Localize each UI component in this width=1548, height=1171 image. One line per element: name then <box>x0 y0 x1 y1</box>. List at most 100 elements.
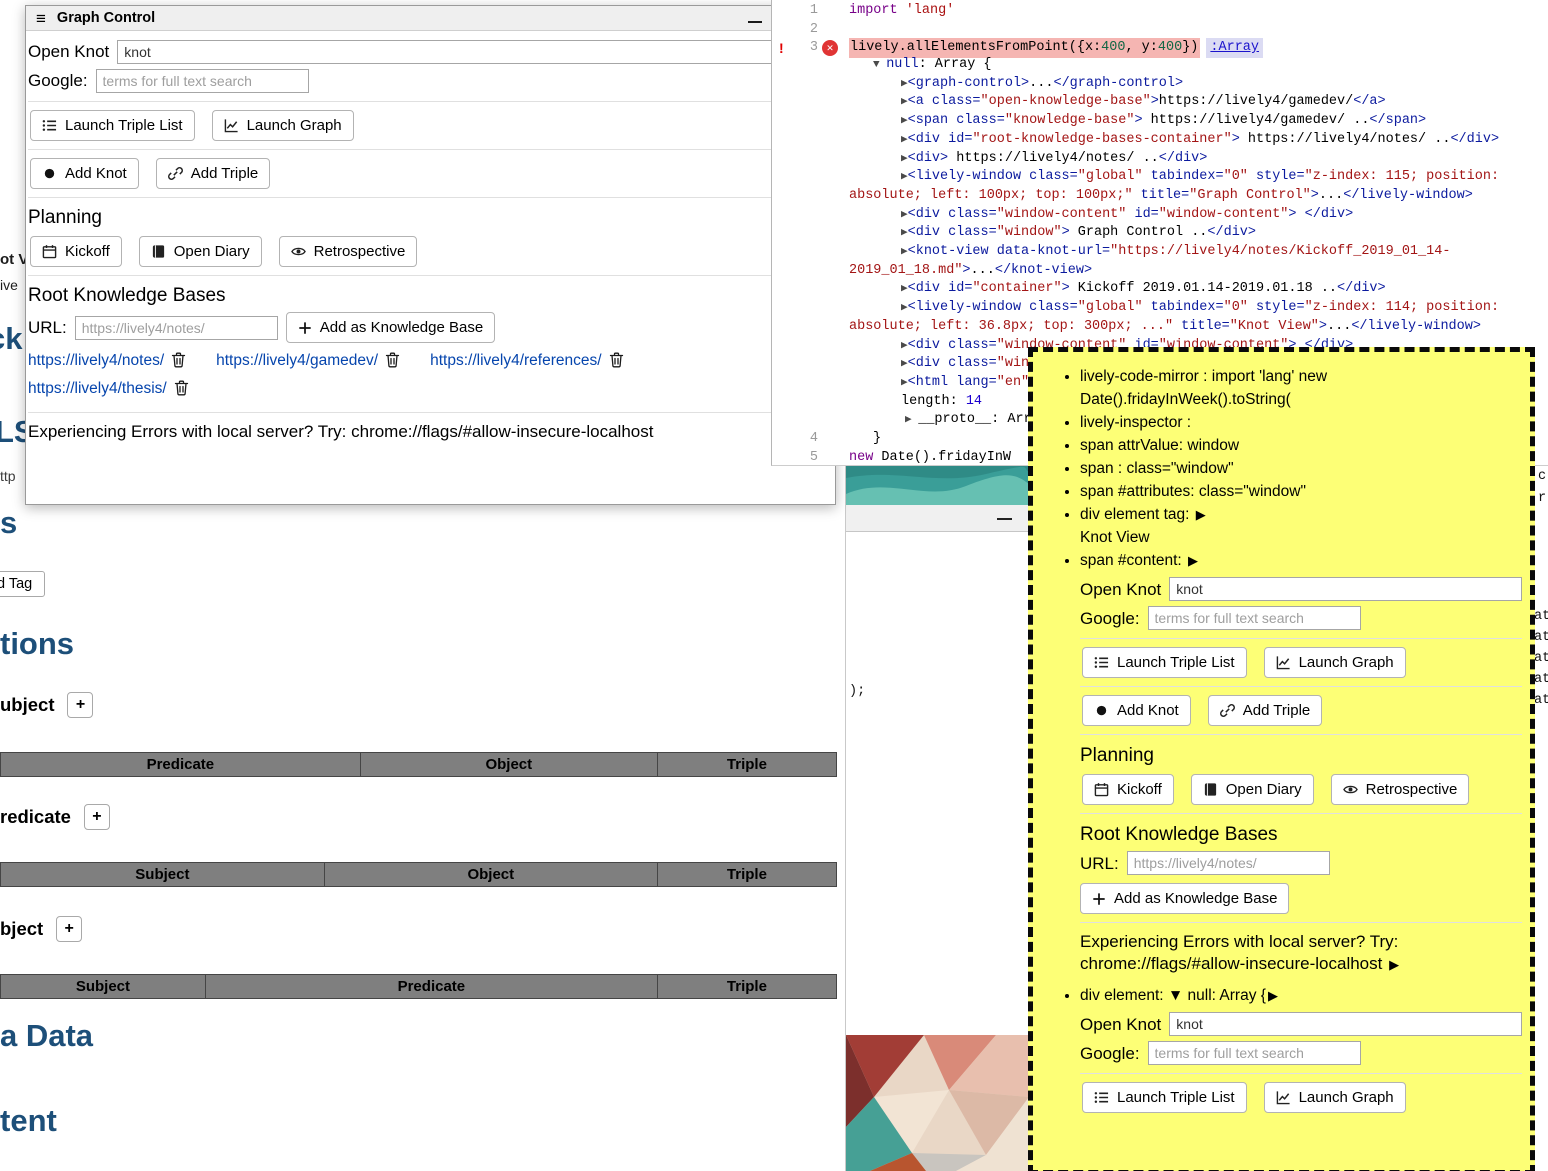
table-header-row: PredicateObjectTriple <box>0 752 837 777</box>
button-label: Kickoff <box>1117 781 1162 798</box>
divider <box>1080 638 1522 639</box>
inspector-line[interactable]: ▶<graph-control>...</graph-control> <box>849 75 1548 94</box>
window-title: Graph Control <box>57 10 155 26</box>
background-window-titlebar[interactable] <box>846 505 1029 532</box>
code-line-3[interactable]: lively.allElementsFromPoint({x:400, y:40… <box>849 39 1263 58</box>
result-annotation[interactable]: :Array <box>1206 38 1263 58</box>
error-gutter-mark: ! <box>779 39 784 58</box>
graph-control-form-preview: Open Knot Google: Launch Triple List Lau… <box>1080 1012 1522 1113</box>
expand-arrow[interactable]: ▶ <box>1389 957 1399 972</box>
inspector-line[interactable]: ▶<a class="open-knowledge-base">https://… <box>849 93 1548 112</box>
knowledge-base-item: https://lively4/references/ <box>430 352 623 369</box>
number-token: 400 <box>1101 40 1125 55</box>
delete-knowledge-base-button[interactable] <box>609 351 624 376</box>
local-server-hint: Experiencing Errors with local server? T… <box>1080 931 1522 976</box>
expand-arrow[interactable]: ▶ <box>1268 988 1278 1003</box>
inspector-line[interactable]: ▶<div class="window"> Graph Control ..</… <box>849 224 1548 243</box>
open-knot-input[interactable] <box>1169 1012 1522 1036</box>
url-input[interactable] <box>75 316 278 340</box>
inspector-line[interactable]: ▶<lively-window class="global" tabindex=… <box>849 299 1548 336</box>
add-triple-button[interactable]: Add Triple <box>1208 695 1323 726</box>
window-titlebar[interactable]: ≡ Graph Control ✕ <box>26 6 835 31</box>
button-label: Open Diary <box>1226 781 1302 798</box>
gutter-line-number: 3 <box>796 39 818 58</box>
code-line-5[interactable]: new Date().fridayInW <box>849 449 1011 466</box>
code-segment: <div class= <box>908 225 997 240</box>
launch-graph-button[interactable]: Launch Graph <box>1264 647 1406 678</box>
kickoff-button[interactable]: Kickoff <box>30 236 122 267</box>
open-diary-button[interactable]: Open Diary <box>139 236 262 267</box>
delete-knowledge-base-button[interactable] <box>171 351 186 376</box>
code-line-1[interactable]: import 'lang' <box>849 2 954 21</box>
inspector-line[interactable]: ▶<lively-window class="global" tabindex=… <box>849 168 1548 205</box>
inspector-line[interactable]: ▶<div id="root-knowledge-bases-container… <box>849 131 1548 150</box>
button-label: Launch Triple List <box>1117 654 1235 671</box>
delete-knowledge-base-button[interactable] <box>385 351 400 376</box>
launch-graph-button[interactable]: Launch Graph <box>212 110 354 141</box>
tag-button[interactable]: d Tag <box>0 571 45 597</box>
line-chart-icon <box>1276 1090 1291 1105</box>
graph-control-more: Add Knot Add Triple Planning Kickoff Ope… <box>28 149 833 443</box>
add-button[interactable]: + <box>67 692 93 718</box>
minimize-icon[interactable] <box>997 518 1012 520</box>
launch-triple-list-button[interactable]: Launch Triple List <box>1082 1082 1247 1113</box>
add-button[interactable]: + <box>84 804 110 830</box>
code-segment: <a class= <box>908 94 981 109</box>
url-input[interactable] <box>1127 851 1330 875</box>
add-knowledge-base-button[interactable]: Add as Knowledge Base <box>286 312 495 343</box>
hint-text: Experiencing Errors with local server? T… <box>1080 932 1398 973</box>
local-server-hint: Experiencing Errors with local server? T… <box>28 421 833 443</box>
book-icon <box>151 244 166 259</box>
add-row-label: ubject <box>0 694 54 716</box>
code-segment: tabindex= <box>1143 300 1224 315</box>
graph-control-window: ≡ Graph Control ✕ Open Knot Google: Laun… <box>25 5 836 505</box>
launch-graph-button[interactable]: Launch Graph <box>1264 1082 1406 1113</box>
inspector-line[interactable]: ▶<div id="container"> Kickoff 2019.01.14… <box>849 280 1548 299</box>
knowledge-base-link[interactable]: https://lively4/gamedev/ <box>216 352 378 369</box>
code-segment: > <box>1134 113 1142 128</box>
add-knowledge-base-button[interactable]: Add as Knowledge Base <box>1080 883 1289 914</box>
inspector-line[interactable]: ▶<div class="window-content" id="window-… <box>849 206 1548 225</box>
code-segment: </a> <box>1353 94 1385 109</box>
lowpoly-artwork <box>846 1035 1029 1171</box>
kickoff-button[interactable]: Kickoff <box>1082 774 1174 805</box>
divider <box>28 149 833 150</box>
retrospective-button[interactable]: Retrospective <box>1331 774 1470 805</box>
google-search-input[interactable] <box>96 69 309 93</box>
divider <box>1080 922 1522 923</box>
inspector-line[interactable]: ▶<span class="knowledge-base"> https://l… <box>849 112 1548 131</box>
knowledge-base-link[interactable]: https://lively4/references/ <box>430 352 601 369</box>
add-knot-button[interactable]: Add Knot <box>30 158 139 189</box>
open-knot-row: Open Knot <box>1080 577 1522 601</box>
expand-arrow: ▶ <box>901 134 908 146</box>
inspector-line[interactable]: ▶<knot-view data-knot-url="https://livel… <box>849 243 1548 280</box>
open-knot-input[interactable] <box>117 40 833 64</box>
google-search-input[interactable] <box>1148 606 1361 630</box>
link-icon <box>168 166 183 181</box>
window-menu-icon[interactable]: ≡ <box>36 10 46 27</box>
launch-triple-list-button[interactable]: Launch Triple List <box>30 110 195 141</box>
add-button[interactable]: + <box>56 916 82 942</box>
expand-arrow[interactable]: ▶ <box>1188 553 1198 568</box>
button-label: Launch Triple List <box>1117 1089 1235 1106</box>
text-fragment: c <box>1538 469 1546 484</box>
inspector-line[interactable]: ▼ null: Array { <box>849 56 1548 75</box>
knowledge-base-links: https://lively4/notes/https://lively4/ga… <box>28 348 833 404</box>
delete-knowledge-base-button[interactable] <box>174 379 189 404</box>
retrospective-button[interactable]: Retrospective <box>279 236 418 267</box>
google-search-input[interactable] <box>1148 1041 1361 1065</box>
expand-arrow[interactable]: ▶ <box>1196 507 1206 522</box>
add-triple-button[interactable]: Add Triple <box>156 158 271 189</box>
add-knot-button[interactable]: Add Knot <box>1082 695 1191 726</box>
text-fragment: at <box>1534 672 1548 687</box>
inspector-line[interactable]: ▶<div> https://lively4/notes/ ..</div> <box>849 150 1548 169</box>
add-row-label: bject <box>0 918 43 940</box>
open-diary-button[interactable]: Open Diary <box>1191 774 1314 805</box>
minimize-button[interactable] <box>748 21 762 23</box>
code-segment: title= <box>1133 188 1190 203</box>
knowledge-base-link[interactable]: https://lively4/notes/ <box>28 352 164 369</box>
open-knot-input[interactable] <box>1169 577 1522 601</box>
code-segment: Kickoff 2019.01.14-2019.01.18 .. <box>1070 281 1337 296</box>
knowledge-base-link[interactable]: https://lively4/thesis/ <box>28 380 167 397</box>
launch-triple-list-button[interactable]: Launch Triple List <box>1082 647 1247 678</box>
